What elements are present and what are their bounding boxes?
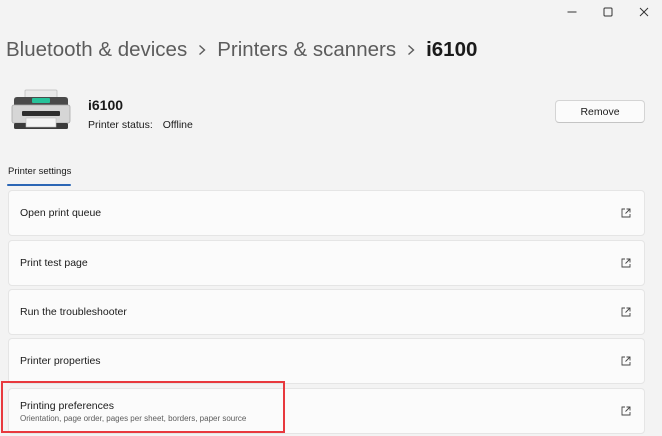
row-description: Orientation, page order, pages per sheet… [20, 414, 247, 423]
printer-properties-row[interactable]: Printer properties [8, 338, 645, 384]
printer-status-value: Offline [162, 119, 193, 131]
row-label: Printer properties [20, 355, 101, 367]
chevron-right-icon [407, 44, 415, 56]
row-label: Open print queue [20, 207, 102, 219]
breadcrumb-item-printers-scanners[interactable]: Printers & scanners [217, 38, 396, 62]
breadcrumb-item-bluetooth-devices[interactable]: Bluetooth & devices [6, 38, 187, 62]
minimize-icon[interactable] [554, 0, 590, 24]
run-troubleshooter-row[interactable]: Run the troubleshooter [8, 289, 645, 335]
printing-preferences-row[interactable]: Printing preferences Orientation, page o… [8, 388, 645, 434]
remove-button[interactable]: Remove [555, 100, 645, 123]
row-label: Printing preferences [20, 400, 114, 412]
open-external-icon [621, 307, 631, 317]
printer-name: i6100 [88, 97, 124, 113]
open-external-icon [621, 208, 631, 218]
open-print-queue-row[interactable]: Open print queue [8, 190, 645, 236]
row-label: Print test page [20, 257, 88, 269]
tab-printer-settings[interactable]: Printer settings [8, 166, 71, 177]
settings-window: Bluetooth & devices Printers & scanners … [0, 0, 662, 436]
printer-status-label: Printer status: [88, 119, 153, 131]
chevron-right-icon [198, 44, 206, 56]
breadcrumb: Bluetooth & devices Printers & scanners … [6, 38, 477, 62]
open-external-icon [621, 406, 631, 416]
open-external-icon [621, 356, 631, 366]
open-external-icon [621, 258, 631, 268]
tab-active-indicator [7, 184, 71, 186]
maximize-icon[interactable] [590, 0, 626, 24]
page-title: i6100 [426, 38, 478, 61]
window-controls [554, 0, 662, 28]
row-label: Run the troubleshooter [20, 306, 127, 318]
printer-status: Printer status: Offline [88, 119, 193, 131]
printer-icon [10, 88, 72, 134]
print-test-page-row[interactable]: Print test page [8, 240, 645, 286]
close-icon[interactable] [626, 0, 662, 24]
